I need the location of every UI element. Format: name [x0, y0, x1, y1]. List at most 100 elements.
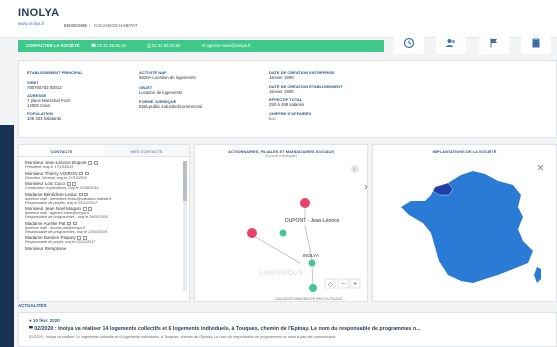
list-item[interactable]: Monsieur Loïc Cuco Conducteur d'opération…	[25, 181, 183, 190]
contact-role: Directeur Général, maj le 17/10/2011	[25, 175, 87, 180]
list-item[interactable]: Monsieur Thierry VOIRON Directeur Général…	[25, 171, 183, 180]
etab-date-value: Janvier 1900	[269, 88, 294, 94]
info-icon[interactable]	[351, 165, 359, 173]
graph-edge	[251, 234, 301, 264]
phone-link[interactable]: ☎ 02.31.35.26.26	[91, 43, 136, 48]
enseigne-value: CALVADOS HABITAT	[94, 23, 138, 28]
users-icon	[446, 39, 456, 47]
news-text: 02/2020 : Inolya va réaliser 14 logement…	[29, 335, 337, 339]
node-person-icon[interactable]	[300, 198, 310, 208]
vcard-icon[interactable]	[79, 171, 84, 176]
contacts-list: Monsieur Jean-Léonce Dupont Président, ma…	[19, 157, 189, 301]
fax-link[interactable]: ⎙ 02.31.86.53.82	[147, 43, 190, 48]
node-company-icon[interactable]	[309, 284, 317, 292]
node-company-label: INOLYA	[303, 253, 319, 258]
background-edge	[0, 125, 14, 347]
users-button[interactable]	[436, 32, 467, 54]
dates-column: DATE DE CRÉATION ENTREPRISE Janvier 1900…	[269, 68, 389, 121]
staff-value: 250 à 499 salariés	[269, 102, 305, 107]
node-company-icon[interactable]	[279, 229, 287, 237]
contacts-scrollbar[interactable]	[183, 161, 187, 291]
fax-value: 02.31.86.53.82	[151, 43, 181, 48]
locations-map-panel: IMPLANTATIONS DE LA SOCIÉTÉ	[372, 144, 557, 302]
legal-form-value: Etab.public industriel/commercial	[139, 104, 202, 109]
siret-value: 780765753 00012	[27, 85, 62, 90]
mail-icon[interactable]	[84, 192, 89, 197]
app-window: INOLYA www.inolya.fr ENSEIGNE : CALVADOS …	[0, 0, 557, 347]
graph-subtitle: (Source Infolégale)	[264, 154, 298, 158]
contacts-tabs: CONTACTS MES CONTACTS	[19, 145, 189, 157]
naf-value: 6820A Location de logements	[139, 75, 196, 80]
watermark-text: LINKURIOUS	[260, 270, 303, 277]
contact-bar-label: CONTACTER LA SOCIÉTÉ	[26, 43, 80, 48]
list-item[interactable]: Monsieur Jean-Léonce Dupont Président, ma…	[25, 160, 183, 169]
list-item[interactable]: Monsieur Remptoine	[25, 246, 183, 251]
contact-name: Madame Aurélie Pat	[25, 220, 66, 226]
graph-footnote: CALVADOS IMMOBILIER PAR SA FILIALE ...	[275, 297, 346, 301]
vcard-icon[interactable]	[78, 192, 83, 197]
activity-column: ACTIVITÉ NAF 6820A Location de logements…	[139, 68, 259, 110]
news-title-text: 02/2020 : Inolya va réaliser 14 logement…	[34, 326, 421, 332]
france-map[interactable]	[373, 157, 557, 302]
corsica-region	[534, 267, 541, 283]
news-section-title: ACTUALITÉS	[18, 303, 47, 308]
news-date: ● 10 févr. 2020	[29, 318, 60, 323]
mail-icon[interactable]	[93, 161, 98, 165]
news-title[interactable]: ▀ 02/2020 : Inolya va réaliser 14 logeme…	[29, 326, 546, 332]
flag-icon	[490, 38, 497, 48]
email-value: agence-caen@inolya.fr	[206, 43, 251, 48]
contact-bar: CONTACTER LA SOCIÉTÉ ☎ 02.31.35.26.26 ⎙ …	[18, 40, 384, 52]
history-button[interactable]	[394, 32, 425, 54]
establishment-column: ÉTABLISSEMENT PRINCIPAL SIRET 780765753 …	[27, 68, 147, 121]
fullscreen-icon	[364, 184, 367, 190]
vcard-icon[interactable]	[88, 161, 93, 165]
flag-button[interactable]	[478, 32, 509, 54]
contact-name: Monsieur Thierry VOIRON	[25, 170, 78, 176]
population-value: 105 403 habitants	[27, 115, 62, 121]
contact-role: Conducteur d'opérations, maj le 20/08/20…	[25, 186, 99, 190]
action-toolbar	[388, 30, 557, 56]
tab-contacts[interactable]: CONTACTS	[19, 145, 104, 156]
shareholders-graph-panel: ACTIONNAIRES, FILIALES ET MANDATAIRES SO…	[194, 144, 368, 302]
list-item[interactable]: Madame Damien Paquey Responsable du proje…	[25, 235, 183, 244]
tab-my-contacts[interactable]: MES CONTACTS	[104, 145, 189, 156]
company-info-card: ÉTABLISSEMENT PRINCIPAL SIRET 780765753 …	[18, 60, 557, 138]
list-item[interactable]: Madame Aurélie Pat Adresse mail : aurelie…	[25, 221, 183, 234]
node-person-icon[interactable]	[247, 228, 257, 238]
france-region-base	[401, 171, 533, 283]
graph-title: ACTIONNAIRES, FILIALES ET MANDATAIRES SO…	[227, 149, 335, 154]
company-url-link[interactable]: www.inolya.fr	[18, 21, 45, 26]
email-link[interactable]: ✉ agence-caen@inolya.fr	[202, 43, 261, 48]
fullscreen-icon	[537, 164, 544, 171]
contact-name: Monsieur Remptoine	[25, 245, 67, 251]
vcard-icon[interactable]	[67, 221, 72, 226]
creation-date-value: Janvier 1900	[269, 75, 294, 80]
contact-role: Responsable de programmes , maj le 24/01…	[25, 215, 109, 219]
zoom-in-icon: +	[353, 281, 357, 288]
establishment-label: ÉTABLISSEMENT PRINCIPAL	[27, 70, 83, 75]
contact-role: Responsable de projets, maj le 03/12/201…	[25, 200, 98, 205]
enseigne-info: ENSEIGNE : CALVADOS HABITAT	[64, 23, 137, 28]
export-button[interactable]	[520, 32, 551, 54]
graph-edge	[311, 265, 314, 286]
news-date-value: 10 févr. 2020	[32, 318, 60, 323]
contact-role: Responsable de programmes, maj le 23/10/…	[25, 229, 108, 234]
mail-icon[interactable]	[72, 221, 77, 226]
node-person-label: DUPONT - Jean-Léonce	[285, 218, 340, 224]
address-line2: 14000 Caen	[27, 103, 51, 108]
info-icon-glyph: i	[354, 167, 355, 173]
news-card[interactable]: ● 10 févr. 2020 ▀ 02/2020 : Inolya va ré…	[18, 312, 557, 347]
contact-role: Président, maj le 17/10/2011	[25, 165, 74, 169]
contact-name: Madame Bénédicte Leduc	[25, 191, 78, 197]
zoom-out-icon: −	[341, 281, 345, 288]
object-value: Location de logements	[139, 89, 183, 95]
revenue-value: n.c.	[269, 115, 276, 121]
node-company-icon[interactable]	[308, 259, 316, 267]
list-item[interactable]: Madame Bénédicte Leduc Adresse mail : ben…	[25, 192, 183, 205]
list-item[interactable]: Monsieur Jean Noel Maquin Adresse mail : …	[25, 206, 183, 219]
relationship-graph[interactable]: i DUPONT - Jean-Léonce INOLYA LINKURIOUS…	[195, 163, 367, 301]
mail-icon[interactable]	[84, 171, 89, 176]
center-icon: ◇	[328, 282, 333, 288]
history-icon	[404, 37, 415, 49]
contact-role: Responsable du projet, maj le 03/12/2017	[25, 240, 96, 244]
